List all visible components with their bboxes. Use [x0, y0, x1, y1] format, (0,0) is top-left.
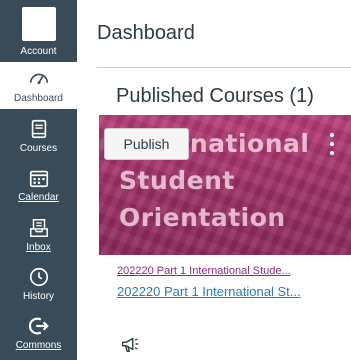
nav-account-label: Account [20, 46, 57, 57]
global-nav: Account Dashboard Courses Calendar Inbox… [0, 0, 77, 360]
nav-account[interactable]: Account [0, 0, 77, 62]
dashboard-icon [29, 73, 48, 85]
nav-inbox-label: Inbox [26, 242, 51, 253]
clock-icon [29, 267, 48, 287]
calendar-icon [29, 170, 48, 188]
course-link-title[interactable]: 202220 Part 1 International Stude... [117, 265, 349, 277]
more-options-icon[interactable] [325, 133, 339, 155]
nav-dashboard[interactable]: Dashboard [0, 62, 77, 109]
hero-line: Student [119, 166, 235, 195]
nav-commons[interactable]: Commons [0, 306, 77, 356]
header-divider [97, 67, 351, 68]
course-card-hero[interactable]: International Student Orientation Publis… [99, 115, 351, 255]
inbox-icon [29, 219, 48, 237]
avatar [21, 7, 56, 41]
course-card: International Student Orientation Publis… [99, 115, 351, 360]
nav-commons-label: Commons [15, 340, 62, 351]
hero-line: Orientation [119, 203, 286, 232]
nav-calendar-label: Calendar [18, 192, 59, 203]
main-content: Dashboard Published Courses (1) Internat… [77, 0, 351, 360]
announcement-icon[interactable] [119, 333, 141, 355]
nav-history-label: History [22, 291, 55, 302]
nav-courses-label: Courses [19, 143, 58, 154]
nav-courses[interactable]: Courses [0, 109, 77, 159]
nav-dashboard-label: Dashboard [14, 93, 63, 104]
nav-inbox[interactable]: Inbox [0, 208, 77, 258]
publish-button[interactable]: Publish [104, 128, 189, 160]
nav-calendar[interactable]: Calendar [0, 158, 77, 208]
commons-icon [28, 317, 49, 335]
section-title: Published Courses (1) [116, 85, 314, 107]
page-title: Dashboard [97, 22, 195, 44]
book-icon [31, 119, 46, 139]
nav-history[interactable]: History [0, 257, 77, 307]
course-link-code[interactable]: 202220 Part 1 International St... [117, 284, 349, 299]
